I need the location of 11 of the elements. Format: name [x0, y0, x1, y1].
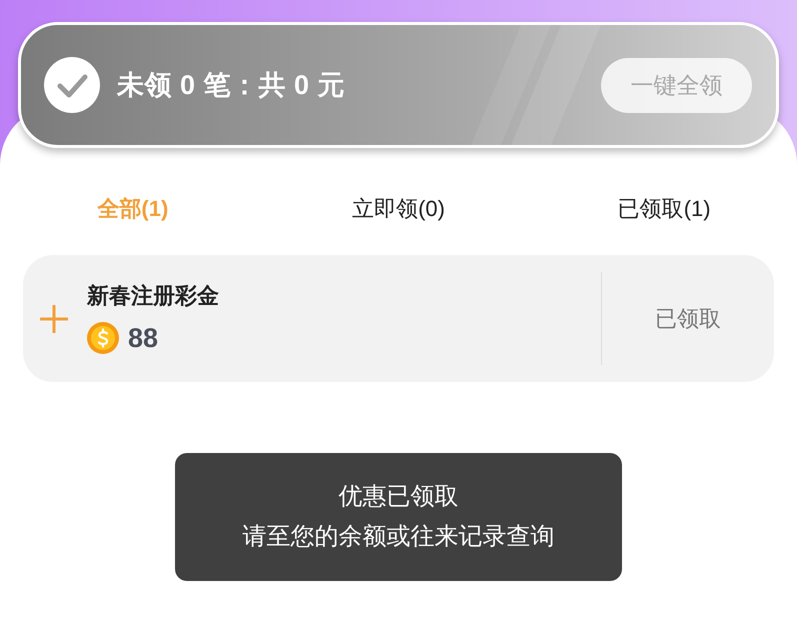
summary-text: 未领 0 笔：共 0 元 [117, 68, 346, 102]
filter-tab[interactable]: 已领取(1) [618, 192, 711, 224]
filter-tab[interactable]: 立即领(0) [352, 192, 445, 224]
bonus-title: 新春注册彩金 [87, 282, 219, 310]
plus-icon[interactable] [40, 304, 68, 332]
claim-status: 已领取 [655, 305, 721, 333]
checkmark-icon [44, 57, 100, 113]
toast-title: 优惠已领取 [338, 482, 458, 512]
bonus-amount: 88 [128, 322, 158, 355]
toast-message: 请至您的余额或往来记录查询 [242, 522, 554, 552]
coin-icon [87, 322, 119, 354]
